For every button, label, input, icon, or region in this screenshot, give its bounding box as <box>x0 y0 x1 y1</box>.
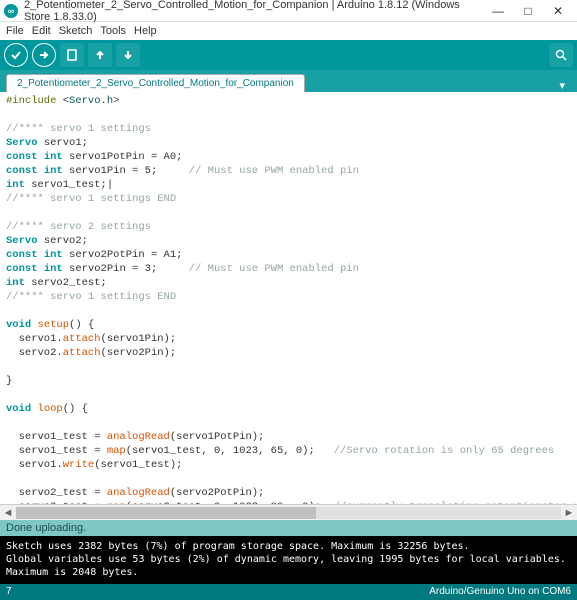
code-token: (servo2PotPin); <box>170 487 265 499</box>
titlebar: ∞ 2_Potentiometer_2_Servo_Controlled_Mot… <box>0 0 577 22</box>
code-token: const <box>6 263 38 275</box>
code-token: Servo <box>6 137 38 149</box>
code-token: servo2_test; <box>25 277 107 289</box>
board-port-label: Arduino/Genuino Uno on COM6 <box>429 586 571 598</box>
footer-bar: 7 Arduino/Genuino Uno on COM6 <box>0 584 577 600</box>
code-token: servo1; <box>38 137 88 149</box>
tab-menu-button[interactable]: ▾ <box>553 79 571 92</box>
file-icon <box>66 49 78 61</box>
code-token: // Must use PWM enabled pin <box>189 263 359 275</box>
code-token: int <box>44 165 63 177</box>
code-token: //**** servo 1 settings <box>6 123 151 135</box>
code-token: attach <box>63 333 101 345</box>
verify-button[interactable] <box>4 43 28 67</box>
horizontal-scrollbar[interactable]: ◄ ► <box>0 504 577 520</box>
scroll-right-icon[interactable]: ► <box>561 507 577 519</box>
code-token: write <box>63 459 95 471</box>
open-button[interactable] <box>88 43 112 67</box>
code-token: servo1_test = <box>6 431 107 443</box>
save-button[interactable] <box>116 43 140 67</box>
serial-monitor-button[interactable] <box>549 43 573 67</box>
code-token: (servo1PotPin); <box>170 431 265 443</box>
code-token: int <box>44 151 63 163</box>
code-token: servo2PotPin = A1; <box>63 249 183 261</box>
code-token: () { <box>69 319 94 331</box>
code-token: } <box>6 375 12 387</box>
code-token: (servo1_test); <box>94 459 182 471</box>
code-token: Servo.h <box>69 95 113 107</box>
status-bar: Done uploading. <box>0 520 577 536</box>
menu-sketch[interactable]: Sketch <box>59 25 93 37</box>
sketch-tab[interactable]: 2_Potentiometer_2_Servo_Controlled_Motio… <box>6 74 305 92</box>
arrow-up-icon <box>94 49 106 61</box>
code-token: (servo1Pin); <box>101 333 177 345</box>
code-token: const <box>6 165 38 177</box>
code-token: //**** servo 1 settings END <box>6 193 176 205</box>
code-token: servo2Pin = 3; <box>63 263 189 275</box>
code-token: servo1PotPin = A0; <box>63 151 183 163</box>
code-token: servo1Pin = 5; <box>63 165 189 177</box>
code-token: //**** servo 2 settings <box>6 221 151 233</box>
new-button[interactable] <box>60 43 84 67</box>
console-output[interactable]: Sketch uses 2382 bytes (7%) of program s… <box>0 536 577 584</box>
code-token: < <box>56 95 69 107</box>
arduino-logo-icon: ∞ <box>4 4 18 18</box>
code-token: attach <box>63 347 101 359</box>
toolbar <box>0 40 577 70</box>
code-token: setup <box>38 319 70 331</box>
code-token: servo1. <box>6 333 63 345</box>
code-token: (servo2Pin); <box>101 347 177 359</box>
code-token: analogRead <box>107 487 170 499</box>
code-token: servo2. <box>6 347 63 359</box>
code-token: servo1_test = <box>6 445 107 457</box>
line-number: 7 <box>6 586 12 598</box>
arrow-right-icon <box>38 49 50 61</box>
code-token: servo1. <box>6 459 63 471</box>
code-token: () { <box>63 403 88 415</box>
code-token: int <box>6 179 25 191</box>
console-line: Global variables use 53 bytes (2%) of dy… <box>6 554 572 578</box>
menu-edit[interactable]: Edit <box>32 25 51 37</box>
code-token: void <box>6 319 31 331</box>
menubar: File Edit Sketch Tools Help <box>0 22 577 40</box>
code-token: Servo <box>6 235 38 247</box>
code-token: > <box>113 95 119 107</box>
code-token: servo2_test = <box>6 487 107 499</box>
code-token: int <box>44 263 63 275</box>
code-token: analogRead <box>107 431 170 443</box>
code-editor[interactable]: #include <Servo.h> //**** servo 1 settin… <box>0 92 577 504</box>
magnifier-icon <box>555 49 567 61</box>
code-token: const <box>6 151 38 163</box>
arrow-down-icon <box>122 49 134 61</box>
code-token: servo2; <box>38 235 88 247</box>
code-token: #include <box>6 95 56 107</box>
scroll-left-icon[interactable]: ◄ <box>0 507 16 519</box>
close-button[interactable]: ✕ <box>543 1 573 21</box>
maximize-button[interactable]: □ <box>513 1 543 21</box>
window-title: 2_Potentiometer_2_Servo_Controlled_Motio… <box>24 0 483 23</box>
menu-help[interactable]: Help <box>134 25 157 37</box>
minimize-button[interactable]: — <box>483 1 513 21</box>
code-token: //Servo rotation is only 65 degrees <box>334 445 555 457</box>
check-icon <box>10 49 22 61</box>
code-token: loop <box>38 403 63 415</box>
scroll-track[interactable] <box>16 507 561 519</box>
code-token: // Must use PWM enabled pin <box>189 165 359 177</box>
code-token: const <box>6 249 38 261</box>
code-token: void <box>6 403 31 415</box>
code-token: int <box>44 249 63 261</box>
upload-button[interactable] <box>32 43 56 67</box>
code-token: map <box>107 445 126 457</box>
scroll-thumb[interactable] <box>16 507 316 519</box>
menu-file[interactable]: File <box>6 25 24 37</box>
tabstrip: 2_Potentiometer_2_Servo_Controlled_Motio… <box>0 70 577 92</box>
code-token: (servo1_test, 0, 1023, 65, 0); <box>126 445 334 457</box>
code-token: int <box>6 277 25 289</box>
code-token: servo1_test;| <box>25 179 113 191</box>
code-token: //**** servo 1 settings END <box>6 291 176 303</box>
menu-tools[interactable]: Tools <box>100 25 126 37</box>
console-line: Sketch uses 2382 bytes (7%) of program s… <box>6 541 470 552</box>
